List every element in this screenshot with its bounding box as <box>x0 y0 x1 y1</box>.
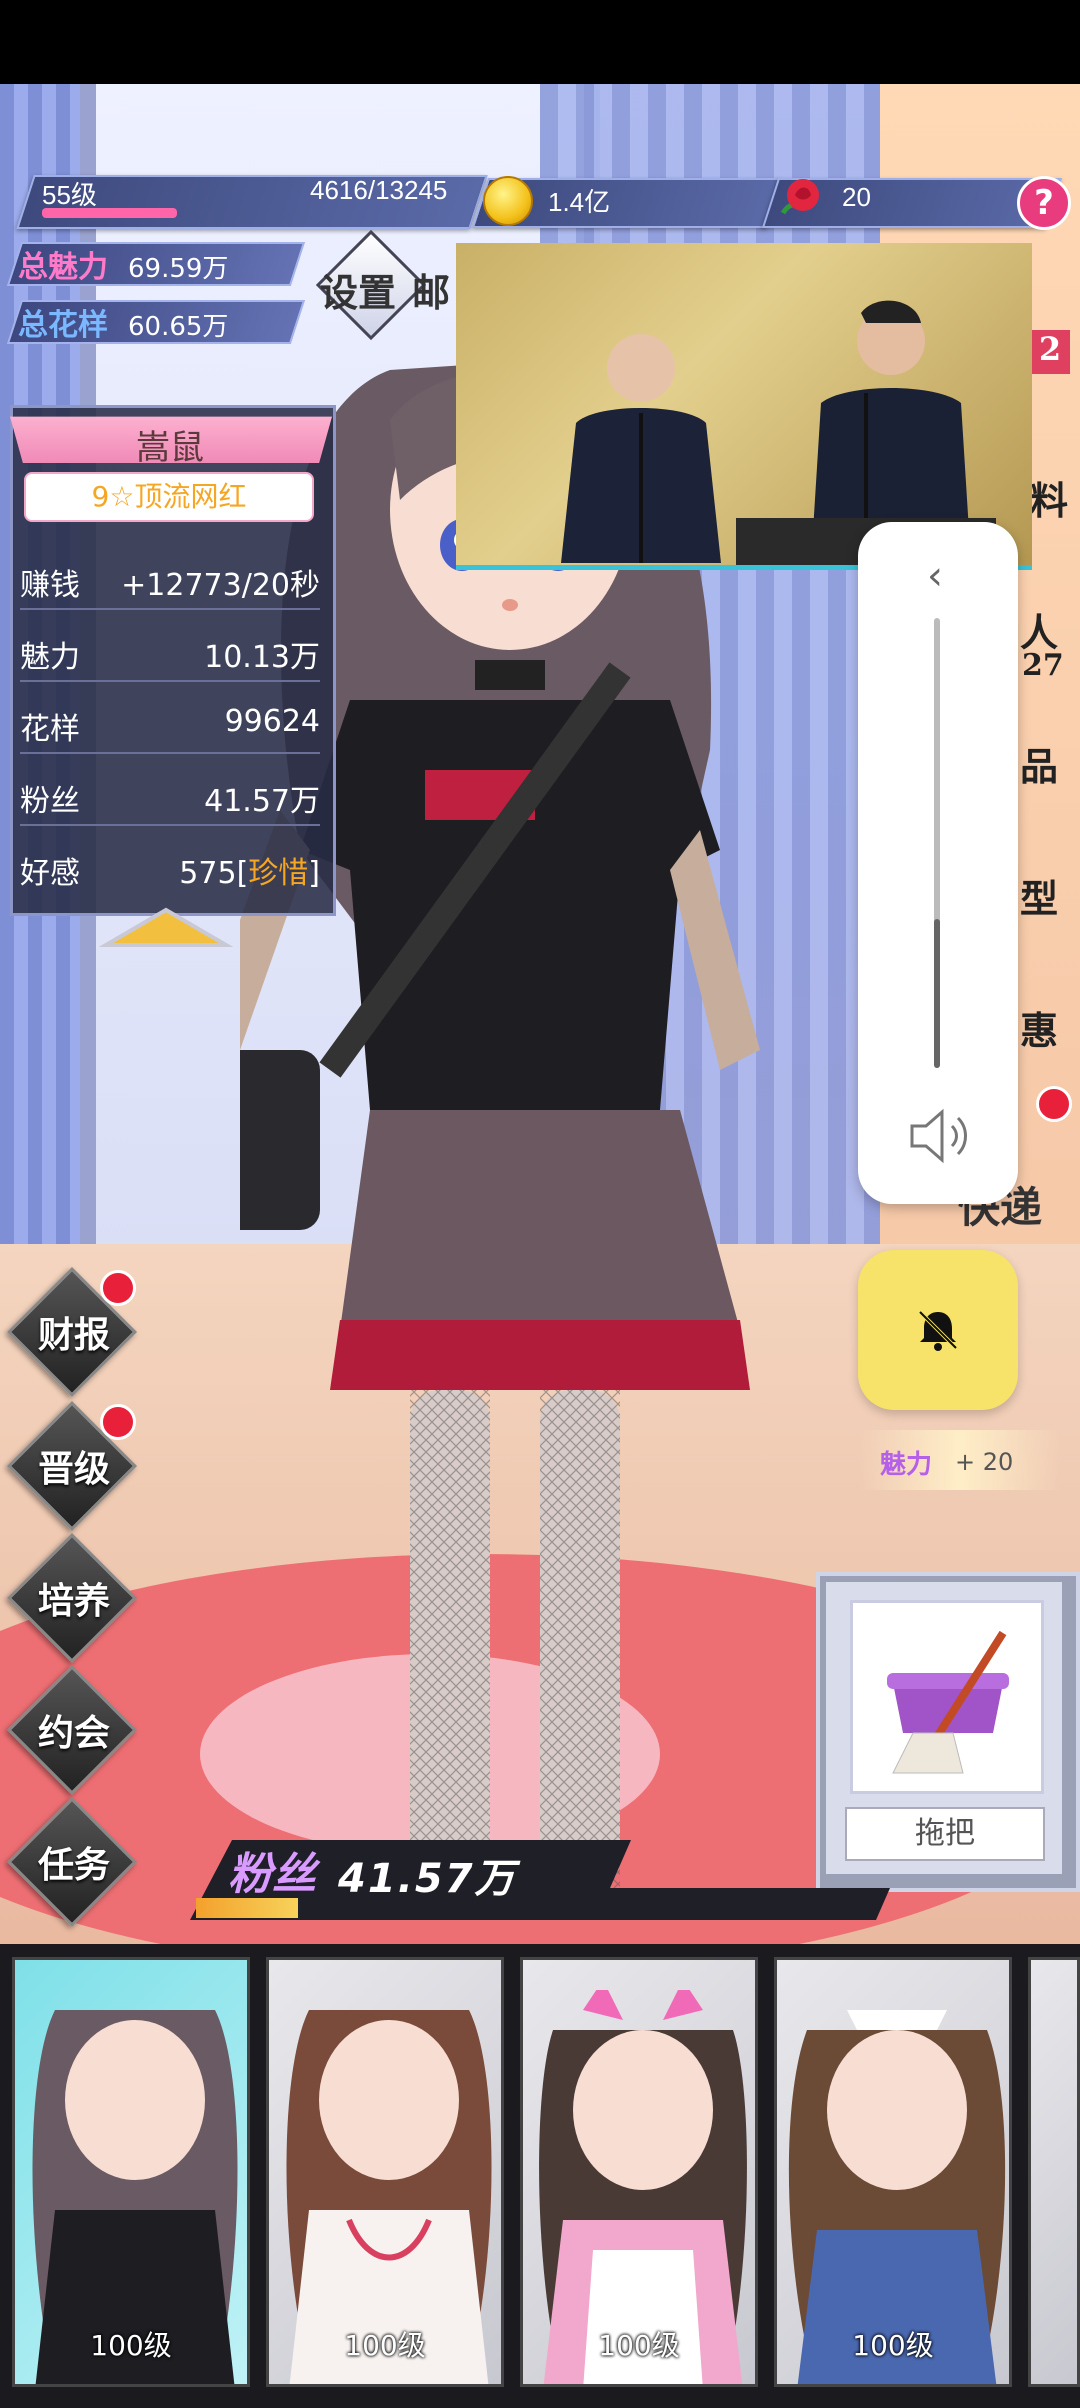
affection-value: 575 <box>179 856 237 891</box>
character-card[interactable]: 100级 <box>266 1957 504 2387</box>
rose-icon <box>780 179 819 215</box>
stat-value: 41.57万 <box>204 784 320 819</box>
mop-bucket-icon <box>887 1630 1009 1774</box>
side-button-partial[interactable]: 型 <box>1020 868 1058 923</box>
stat-row-style: 花样 99624 <box>20 692 320 754</box>
total-charm-value: 69.59万 <box>128 254 229 284</box>
side-button-partial[interactable]: 料 <box>1030 470 1068 525</box>
menu-label: 财报 <box>37 1314 110 1356</box>
side-button-partial[interactable]: 惠 <box>1020 1000 1058 1055</box>
stat-key: 赚钱 <box>20 568 80 603</box>
card-level: 100级 <box>598 2329 680 2362</box>
settings-button[interactable]: 设置 <box>315 229 427 341</box>
stat-key: 粉丝 <box>20 784 80 819</box>
side-button-partial-count: 27 <box>1022 648 1064 683</box>
volume-slider-fill <box>934 919 940 1068</box>
video-overlay[interactable] <box>456 243 1032 570</box>
charm-gain-value: + 20 <box>955 1448 1014 1476</box>
menu-label: 任务 <box>37 1844 110 1886</box>
notification-dot <box>100 1404 136 1440</box>
stat-value: 99624 <box>224 704 320 739</box>
mail-label[interactable]: 邮 <box>412 262 450 317</box>
affection-tag: 珍惜 <box>248 856 309 891</box>
video-person-left <box>561 334 721 563</box>
exp-label: 4616/13245 <box>310 175 448 205</box>
character-card[interactable]: 100级 <box>774 1957 1012 2387</box>
stat-key: 魅力 <box>20 640 80 675</box>
card-level: 100级 <box>344 2329 426 2362</box>
menu-task-button[interactable]: 任务 <box>6 1796 138 1928</box>
chevron-left-icon[interactable]: ‹ <box>915 556 955 596</box>
item-image-frame <box>850 1600 1044 1794</box>
side-badge: 2 <box>1030 330 1070 374</box>
character-card[interactable]: 100级 <box>12 1957 250 2387</box>
info-panel-collapse-tab[interactable] <box>96 900 236 950</box>
stat-key: 花样 <box>20 712 80 747</box>
coin-icon <box>483 176 533 226</box>
stat-row-charm: 魅力 10.13万 <box>20 620 320 682</box>
stat-row-fans: 粉丝 41.57万 <box>20 764 320 826</box>
character-card[interactable]: 100级 <box>520 1957 758 2387</box>
total-charm-label: 总魅力 <box>18 250 108 285</box>
total-style-value: 60.65万 <box>128 312 229 342</box>
stat-row-earn: 赚钱 +12773/20秒 <box>20 548 320 610</box>
menu-label: 约会 <box>37 1712 110 1754</box>
menu-train-button[interactable]: 培养 <box>6 1532 138 1664</box>
stat-row-affection: 好感 575[珍惜] <box>20 836 320 896</box>
stat-value: +12773/20秒 <box>121 568 320 603</box>
help-button[interactable]: ? <box>1017 176 1071 230</box>
speaker-icon[interactable] <box>902 1100 974 1172</box>
character-rank: 9☆顶流网红 <box>24 472 314 522</box>
stat-value: 575[珍惜] <box>179 856 320 891</box>
character-card-partial[interactable] <box>1028 1957 1080 2387</box>
stat-value: 10.13万 <box>204 640 320 675</box>
total-style-label: 总花样 <box>18 308 108 343</box>
stat-key: 好感 <box>20 856 80 891</box>
fans-value: 41.57万 <box>338 1856 517 1902</box>
card-level: 100级 <box>90 2329 172 2362</box>
bell-off-icon <box>918 1310 958 1351</box>
menu-label: 培养 <box>37 1580 110 1622</box>
rose-amount: 20 <box>842 182 871 212</box>
level-label: 55级 <box>42 180 97 210</box>
item-label: 拖把 <box>845 1807 1045 1861</box>
notification-dot <box>1036 1086 1072 1122</box>
coin-amount: 1.4亿 <box>548 187 611 217</box>
card-background <box>1031 1960 1077 2384</box>
side-button-partial[interactable]: 品 <box>1020 736 1058 791</box>
notification-dot <box>100 1270 136 1306</box>
menu-label: 晋级 <box>37 1448 110 1490</box>
menu-date-button[interactable]: 约会 <box>6 1664 138 1796</box>
fans-label: 粉丝 <box>228 1849 316 1900</box>
charm-gain-label: 魅力 <box>880 1450 933 1480</box>
character-name: 嵩鼠 <box>136 428 204 468</box>
settings-label: 设置 <box>320 270 397 315</box>
card-level: 100级 <box>852 2329 934 2362</box>
